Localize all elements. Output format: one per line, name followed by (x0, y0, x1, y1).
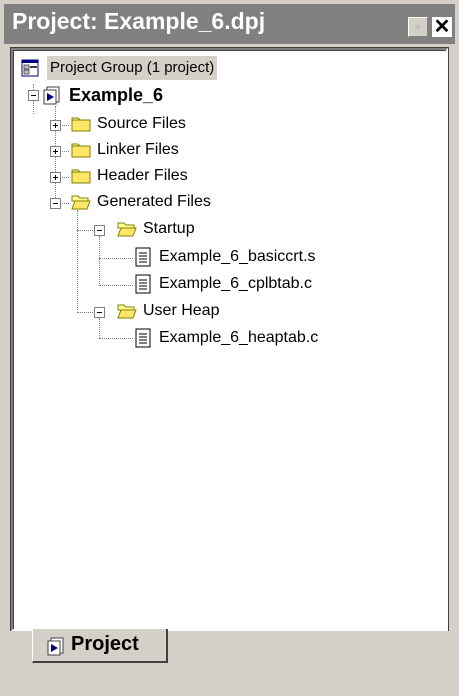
dropdown-button[interactable]: ▼ (408, 17, 428, 37)
chevron-down-icon: ▼ (412, 22, 424, 34)
collapse-toggle[interactable] (50, 198, 61, 209)
collapse-toggle[interactable] (28, 90, 39, 101)
file-label: Example_6_heaptab.c (159, 329, 319, 346)
panel-tab-bar: Project (0, 629, 459, 696)
tab-label: Project (71, 633, 139, 655)
folder-label: Source Files (97, 115, 186, 132)
expand-toggle[interactable] (50, 120, 61, 131)
document-icon (135, 247, 151, 267)
document-icon (135, 274, 151, 294)
tab-project[interactable]: Project (32, 629, 168, 663)
panel-titlebar[interactable]: Project: Example_6.dpj ▼ ✕ (4, 4, 455, 44)
tree-item-startup[interactable]: Startup (13, 217, 433, 241)
tree-item-file[interactable]: Example_6_cplbtab.c (13, 272, 433, 296)
folder-label: Generated Files (97, 193, 211, 210)
expand-toggle[interactable] (50, 146, 61, 157)
project-group-icon (21, 59, 39, 77)
tree-item-user-heap[interactable]: User Heap (13, 299, 433, 323)
expand-toggle[interactable] (50, 172, 61, 183)
open-folder-icon (117, 222, 137, 237)
close-icon: ✕ (433, 16, 451, 38)
file-label: Example_6_cplbtab.c (159, 275, 312, 292)
tree-item-generated-files[interactable]: Generated Files (13, 190, 433, 214)
file-label: Example_6_basiccrt.s (159, 248, 316, 265)
tree-item-source-files[interactable]: Source Files (13, 112, 433, 136)
collapse-toggle[interactable] (94, 225, 105, 236)
collapse-toggle[interactable] (94, 307, 105, 318)
project-tree[interactable]: Project Group (1 project) Example_6 Sour… (10, 47, 449, 632)
tree-item-project-group[interactable]: Project Group (1 project) (13, 56, 433, 80)
folder-icon (71, 117, 91, 132)
project-icon (43, 86, 60, 105)
tree-item-project[interactable]: Example_6 (13, 83, 433, 107)
document-icon (135, 328, 151, 348)
project-window: Project: Example_6.dpj ▼ ✕ Project Group… (0, 0, 459, 696)
tree-item-file[interactable]: Example_6_heaptab.c (13, 326, 433, 350)
close-button[interactable]: ✕ (432, 17, 452, 37)
tree-item-linker-files[interactable]: Linker Files (13, 138, 433, 162)
folder-label: Header Files (97, 167, 188, 184)
project-group-label: Project Group (1 project) (47, 56, 218, 80)
open-folder-icon (117, 304, 137, 319)
folder-label: User Heap (143, 302, 220, 319)
project-label: Example_6 (69, 85, 164, 105)
tree-item-file[interactable]: Example_6_basiccrt.s (13, 245, 433, 269)
folder-label: Linker Files (97, 141, 179, 158)
folder-icon (71, 169, 91, 184)
panel-title: Project: Example_6.dpj (12, 8, 266, 34)
folder-icon (71, 143, 91, 158)
tree-item-header-files[interactable]: Header Files (13, 164, 433, 188)
project-icon (47, 637, 64, 656)
open-folder-icon (71, 195, 91, 210)
folder-label: Startup (143, 220, 195, 237)
